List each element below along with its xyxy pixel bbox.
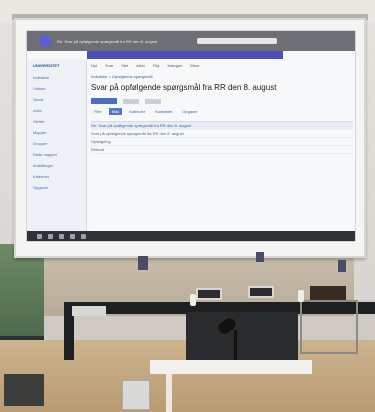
row-subject: Opfølgning <box>91 139 111 144</box>
mail-icon[interactable] <box>81 233 86 239</box>
forward-button[interactable] <box>123 98 139 104</box>
nav-item[interactable]: Kategori <box>167 63 182 68</box>
row-subject: Referat <box>91 147 105 152</box>
nav-item[interactable]: Nyt <box>91 63 97 68</box>
tab-item[interactable]: Opgaver <box>179 108 200 115</box>
ribbon-tabs: Filer Mail Kalender Kontakter Opgaver <box>91 108 353 115</box>
small-table <box>150 360 312 374</box>
waste-bin <box>122 380 150 410</box>
microphone-stand <box>234 330 237 364</box>
sidebar-item[interactable]: Delte mapper <box>27 149 86 160</box>
table-row[interactable]: Opfølgning <box>91 138 353 146</box>
mail-sidebar: UNIVERSITET Indbakke Udkast Sendt Arkiv … <box>27 59 87 241</box>
sidebar-item[interactable]: Indbakke <box>27 72 86 83</box>
sidebar-item[interactable]: Udkast <box>27 83 86 94</box>
desk-device <box>72 306 106 316</box>
tab-item[interactable]: Mail <box>108 108 123 115</box>
nav-item[interactable]: Arkiv <box>136 63 145 68</box>
command-bar: Nyt Svar Slet Arkiv Flyt Kategori Mere <box>91 61 353 70</box>
desk-side-panel <box>64 314 74 360</box>
message-toolbar <box>91 98 353 104</box>
address-bar[interactable] <box>197 38 277 44</box>
row-subject: Svar på opfølgende spørgsmål fra RR den … <box>91 131 184 136</box>
reply-button[interactable] <box>91 98 117 104</box>
nav-item[interactable]: Svar <box>105 63 113 68</box>
wall-panel-icon <box>338 260 346 272</box>
wall-panel-icon <box>256 252 264 262</box>
message-subject: Svar på opfølgende spørgsmål fra RR den … <box>91 83 277 92</box>
folder-icon[interactable] <box>70 233 75 239</box>
metal-cart <box>300 300 358 354</box>
sidebar-item[interactable]: Indstillinger <box>27 160 86 171</box>
nav-item[interactable]: Slet <box>121 63 128 68</box>
sidebar-item[interactable]: Arkiv <box>27 105 86 116</box>
mail-reading-pane: Nyt Svar Slet Arkiv Flyt Kategori Mere I… <box>91 61 353 241</box>
search-ribbon[interactable] <box>87 51 283 59</box>
browser-titlebar: Re: Svar på opfølgende spørgsmål fra RR … <box>27 31 355 51</box>
sidebar-item[interactable]: Mapper <box>27 127 86 138</box>
floor-mat <box>4 374 44 406</box>
search-icon[interactable] <box>48 233 53 239</box>
sidebar-item[interactable]: Opgaver <box>27 182 86 193</box>
start-icon[interactable] <box>37 233 42 239</box>
taskbar <box>27 231 355 241</box>
sidebar-item[interactable]: Kalender <box>27 171 86 182</box>
nav-item[interactable]: Flyt <box>153 63 159 68</box>
tab-item[interactable]: Kontakter <box>152 108 175 115</box>
table-row[interactable]: Svar på opfølgende spørgsmål fra RR den … <box>91 130 353 138</box>
water-bottle <box>190 294 196 306</box>
sidebar-item[interactable]: Slettet <box>27 116 86 127</box>
projection-screen: Re: Svar på opfølgende spørgsmål fra RR … <box>14 18 366 258</box>
monitor <box>196 288 222 300</box>
table-row[interactable]: Re: Svar på opfølgende spørgsmål fra RR … <box>91 122 353 130</box>
message-list: Re: Svar på opfølgende spørgsmål fra RR … <box>91 121 353 154</box>
nav-item[interactable]: Mere <box>190 63 199 68</box>
projected-outlook-window: Re: Svar på opfølgende spørgsmål fra RR … <box>26 30 356 242</box>
table-row[interactable]: Referat <box>91 146 353 154</box>
small-table-leg <box>166 374 172 412</box>
water-bottle <box>298 290 304 302</box>
window-title: Re: Svar på opfølgende spørgsmål fra RR … <box>57 38 158 44</box>
app-logo-icon <box>39 35 51 47</box>
sidebar-logo: UNIVERSITET <box>33 63 60 68</box>
tab-item[interactable]: Kalender <box>126 108 148 115</box>
browser-icon[interactable] <box>59 233 64 239</box>
sidebar-item[interactable]: Grupper <box>27 138 86 149</box>
tab-item[interactable]: Filer <box>91 108 105 115</box>
more-button[interactable] <box>145 98 161 104</box>
breadcrumb[interactable]: Indbakke > Opfølgende spørgsmål <box>91 74 353 79</box>
wall-panel-icon <box>138 256 148 270</box>
monitor <box>248 286 274 298</box>
row-subject: Re: Svar på opfølgende spørgsmål fra RR … <box>91 123 192 128</box>
sidebar-item[interactable]: Sendt <box>27 94 86 105</box>
